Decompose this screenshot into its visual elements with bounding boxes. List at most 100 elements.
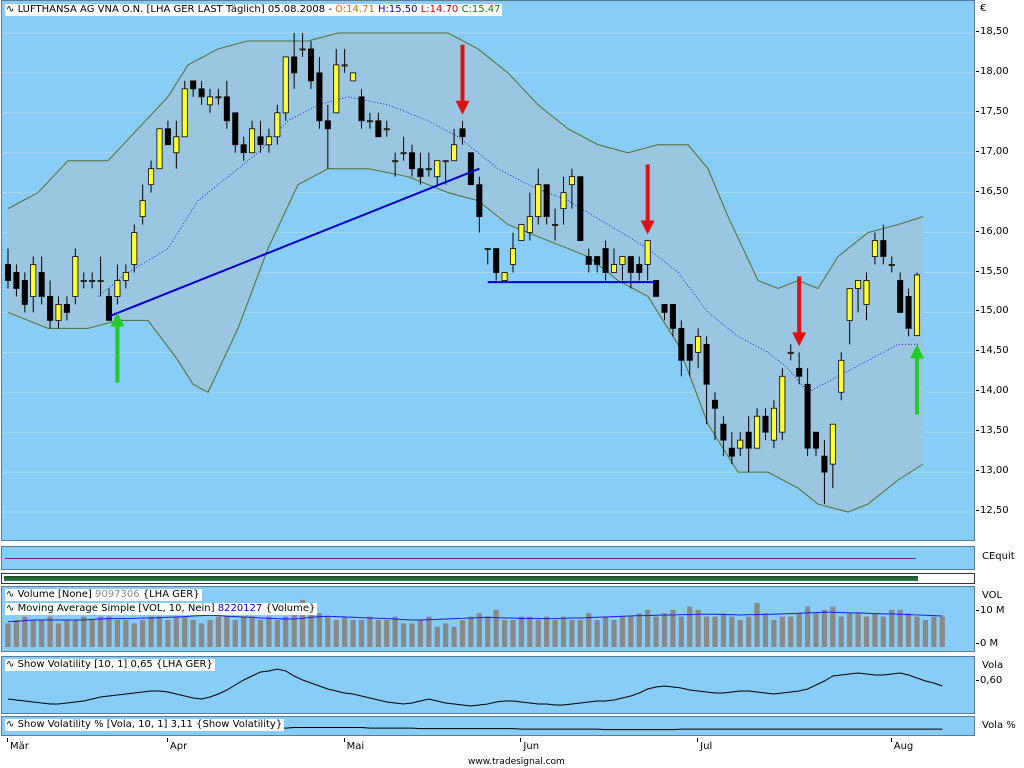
volatility-legend-suffix: {LHA GER} xyxy=(155,659,213,670)
candle-body xyxy=(703,343,710,385)
volume-bar xyxy=(375,620,381,647)
volume-bar xyxy=(586,613,592,647)
candle-body xyxy=(350,72,357,82)
price-tick-label: 15,00 xyxy=(976,305,1009,317)
volume-bar xyxy=(838,616,844,647)
indicator-icon: ∿ xyxy=(6,603,18,614)
volume-bar xyxy=(417,620,424,647)
candle-body xyxy=(888,264,895,266)
volume-bar xyxy=(872,613,878,647)
volume-bar xyxy=(232,620,238,647)
chart-date: 05.08.2008 xyxy=(267,4,326,15)
volume-bar xyxy=(55,623,62,647)
volatility-panel: ∿ Show Volatility [10, 1] 0,65 {LHA GER} xyxy=(1,656,975,714)
volume-bar xyxy=(619,616,626,647)
price-legend: ∿ LUFTHANSA AG VNA O.N. [LHA GER LAST Tä… xyxy=(5,4,503,16)
candle-body xyxy=(838,359,845,393)
candle-body xyxy=(829,423,836,465)
candle-body xyxy=(375,120,382,138)
volatility-legend-prefix: Show Volatility [10, 1] xyxy=(17,659,128,670)
month-tick xyxy=(520,738,522,742)
volume-bar xyxy=(821,609,828,647)
candle-body xyxy=(518,224,525,241)
candle-body xyxy=(181,88,188,138)
candle-body xyxy=(55,304,62,321)
volume-bar xyxy=(518,616,525,647)
volume-bar xyxy=(577,620,583,647)
month-label: Mai xyxy=(346,741,365,752)
volume-bar xyxy=(569,620,575,647)
volume-bar xyxy=(771,620,777,647)
candle-body xyxy=(417,168,424,178)
candle-body xyxy=(38,272,45,297)
candle-body xyxy=(156,128,163,170)
price-tick-label: 14,00 xyxy=(976,385,1009,397)
volume-bar xyxy=(131,623,137,647)
volatility-line xyxy=(7,668,943,707)
candle-body xyxy=(316,72,323,122)
volume-bar xyxy=(611,620,617,647)
volume-bar xyxy=(434,626,440,647)
candle-body xyxy=(846,288,853,321)
candle-body xyxy=(291,56,298,74)
candle-body xyxy=(324,120,331,130)
volume-bar xyxy=(140,620,146,647)
candle-body xyxy=(711,399,719,409)
volume-legend: ∿ Volume [None] 9097306 {LHA GER} xyxy=(5,589,202,601)
candle-body xyxy=(173,136,180,154)
volume-bar xyxy=(198,623,205,647)
candle-body xyxy=(754,415,761,449)
candle-body xyxy=(358,96,365,122)
candle-body xyxy=(855,280,862,289)
volume-bar xyxy=(703,616,710,647)
volume-bar xyxy=(493,609,499,647)
buy-arrow-icon xyxy=(110,312,125,383)
candle-body xyxy=(80,280,87,282)
volume-bar xyxy=(720,613,727,647)
volume-bar xyxy=(636,613,642,647)
volume-ma-legend-suffix: {Volume} xyxy=(265,603,316,614)
volume-bar xyxy=(468,616,474,647)
volume-bar xyxy=(905,613,912,647)
candle-body xyxy=(913,274,921,336)
candle-body xyxy=(257,136,264,146)
candle-body xyxy=(804,383,811,449)
volume-bar xyxy=(746,616,752,647)
volume-bar xyxy=(897,609,903,647)
candle-body xyxy=(610,264,618,273)
volume-bar xyxy=(914,616,920,647)
volume-bar xyxy=(939,616,945,647)
price-tick-label: 13,50 xyxy=(976,425,1009,437)
volume-bar xyxy=(384,620,390,647)
equity-panel xyxy=(1,546,975,570)
volume-bar xyxy=(333,620,339,647)
candle-body xyxy=(728,447,735,457)
candle-body xyxy=(131,232,138,265)
candle-body xyxy=(770,407,777,441)
candle-body xyxy=(307,48,315,82)
candle-body xyxy=(164,128,171,146)
candle-body xyxy=(72,256,79,297)
price-tick-label: 14,50 xyxy=(976,345,1009,357)
volume-bar xyxy=(510,620,516,647)
volume-bar xyxy=(350,620,356,647)
volume-bar xyxy=(922,620,929,647)
volume-bar xyxy=(788,616,794,647)
volume-bar xyxy=(501,620,508,647)
candle-body xyxy=(560,192,567,210)
scroll-strip[interactable] xyxy=(1,573,975,584)
candle-body xyxy=(577,176,584,241)
volume-bar xyxy=(241,616,247,647)
candle-body xyxy=(400,152,407,155)
volume-legend-prefix: Volume [None] xyxy=(17,589,92,600)
volume-bar xyxy=(72,620,78,647)
volume-bar xyxy=(712,616,718,647)
candle-body xyxy=(114,280,121,297)
candle-body xyxy=(122,272,129,281)
volatility-pct-axis-label: Vola % xyxy=(982,720,1016,731)
candle-body xyxy=(97,280,104,282)
volatility-tick: 0,60 xyxy=(975,675,1003,686)
candle-body xyxy=(812,431,820,449)
candle-body xyxy=(47,296,54,321)
candle-body xyxy=(594,256,601,265)
